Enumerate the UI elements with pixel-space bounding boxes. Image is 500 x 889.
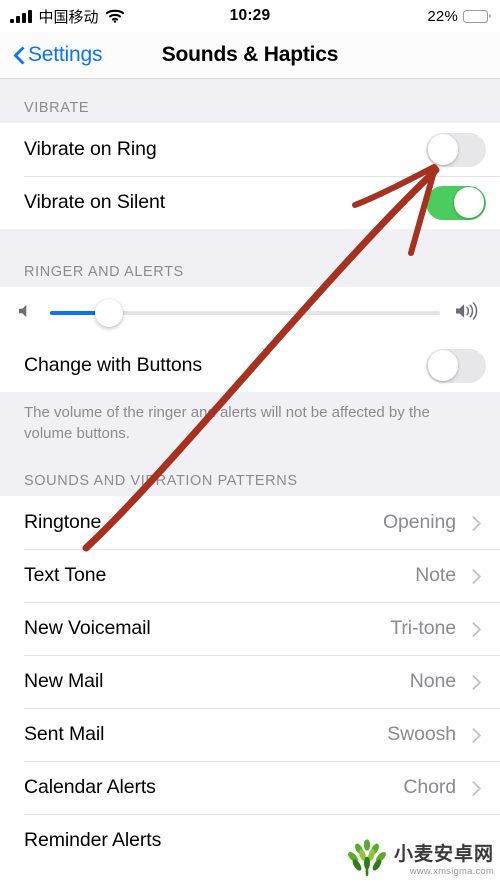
status-bar-left: 中国移动 xyxy=(10,6,124,27)
row-new-voicemail[interactable]: New Voicemail Tri-tone xyxy=(0,602,500,655)
chevron-right-icon xyxy=(468,621,478,637)
row-label: Vibrate on Ring xyxy=(24,138,157,160)
row-value: None xyxy=(409,670,456,692)
status-bar-right: 22% xyxy=(427,7,491,25)
slider-thumb[interactable] xyxy=(94,299,123,327)
section-header-sounds: SOUNDS AND VIBRATION PATTERNS xyxy=(0,470,500,496)
section-header-ringer: RINGER AND ALERTS xyxy=(0,259,500,287)
section-gap xyxy=(0,229,500,259)
row-ringtone[interactable]: Ringtone Opening xyxy=(0,496,500,549)
row-label: Ringtone xyxy=(24,511,102,533)
section-gap xyxy=(0,448,500,470)
sounds-list: Ringtone Opening Text Tone Note New Voic… xyxy=(0,496,500,867)
ringer-volume-row xyxy=(0,287,500,339)
row-change-with-buttons[interactable]: Change with Buttons xyxy=(0,339,500,392)
back-button-label: Settings xyxy=(28,43,103,66)
back-button[interactable]: Settings xyxy=(0,43,102,67)
watermark-title: 小麦安卓网 xyxy=(393,842,494,865)
carrier-label: 中国移动 xyxy=(38,7,99,26)
chevron-right-icon xyxy=(468,568,478,584)
watermark-text: 小麦安卓网 www.xmsigma.com xyxy=(393,842,494,877)
speaker-high-icon xyxy=(454,301,484,326)
toggle-knob xyxy=(453,187,485,218)
chevron-right-icon xyxy=(468,780,478,796)
toggle-knob xyxy=(427,350,459,381)
chevron-right-icon xyxy=(468,727,478,743)
battery-icon xyxy=(463,9,491,23)
chevron-right-icon xyxy=(468,515,478,531)
row-calendar-alerts[interactable]: Calendar Alerts Chord xyxy=(0,761,500,814)
row-vibrate-on-ring[interactable]: Vibrate on Ring xyxy=(0,123,500,176)
toggle-knob xyxy=(427,134,459,165)
row-value: Opening xyxy=(382,511,456,533)
row-label: New Voicemail xyxy=(24,617,151,639)
toggle-change-with-buttons[interactable] xyxy=(426,348,486,383)
speaker-low-icon xyxy=(16,302,36,325)
row-label: Change with Buttons xyxy=(24,354,203,376)
navigation-bar: Settings Sounds & Haptics xyxy=(0,32,500,79)
row-label: Sent Mail xyxy=(24,723,105,745)
iphone-settings-screen: 中国移动 10:29 22% Settings Sounds & Haptics… xyxy=(0,0,500,889)
ringer-list: Change with Buttons xyxy=(0,287,500,392)
section-gap xyxy=(0,79,500,97)
row-vibrate-on-silent[interactable]: Vibrate on Silent xyxy=(0,176,500,229)
chevron-right-icon xyxy=(468,674,478,690)
signal-bars-icon xyxy=(10,9,32,23)
row-value: Note xyxy=(415,564,456,586)
row-value: Swoosh xyxy=(387,723,456,745)
row-new-mail[interactable]: New Mail None xyxy=(0,655,500,708)
row-label: Vibrate on Silent xyxy=(24,191,166,213)
battery-percent-label: 22% xyxy=(427,7,458,25)
ringer-volume-slider[interactable] xyxy=(50,296,440,330)
ringer-footer-text: The volume of the ringer and alerts will… xyxy=(0,392,500,448)
row-sent-mail[interactable]: Sent Mail Swoosh xyxy=(0,708,500,761)
toggle-vibrate-on-silent[interactable] xyxy=(426,185,486,220)
row-label: Calendar Alerts xyxy=(24,776,156,798)
wheat-leaf-logo-icon xyxy=(345,838,389,883)
toggle-vibrate-on-ring[interactable] xyxy=(426,132,486,167)
watermark-url: www.xmsigma.com xyxy=(409,865,494,877)
row-label: Text Tone xyxy=(24,564,107,586)
row-value: Tri-tone xyxy=(390,617,456,639)
watermark: 小麦安卓网 www.xmsigma.com xyxy=(345,838,494,883)
chevron-left-icon xyxy=(14,46,25,65)
section-header-vibrate: VIBRATE xyxy=(0,97,500,123)
wifi-icon xyxy=(105,9,124,23)
row-text-tone[interactable]: Text Tone Note xyxy=(0,549,500,602)
vibrate-list: Vibrate on Ring Vibrate on Silent xyxy=(0,123,500,229)
row-label: New Mail xyxy=(24,670,104,692)
status-bar: 中国移动 10:29 22% xyxy=(0,0,500,32)
row-value: Chord xyxy=(403,776,456,798)
